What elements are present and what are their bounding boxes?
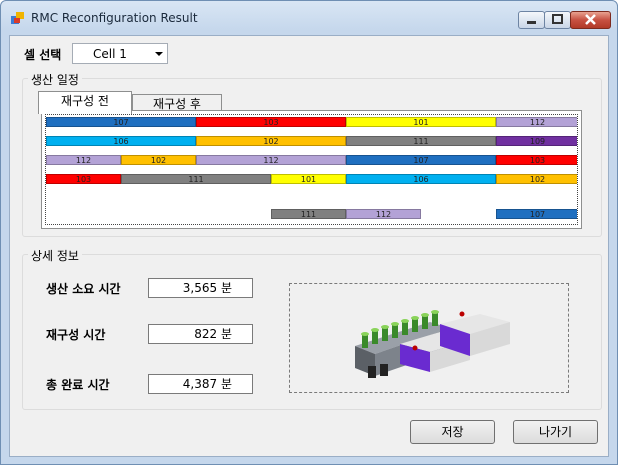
reconfig-time-field: 822 분 [148,324,253,344]
exit-button[interactable]: 나가기 [513,420,598,444]
gantt-task-bar: 106 [46,136,196,146]
gantt-task-bar: 111 [121,174,271,184]
schedule-group-title: 생산 일정 [28,71,82,88]
gantt-task-bar: 112 [346,209,421,219]
tab-before-reconfig[interactable]: 재구성 전 [38,91,132,114]
cell-3d-illustration [355,310,510,378]
cell-select-dropdown[interactable]: Cell 1 [72,43,168,64]
gantt-task-bar: 107 [496,209,577,219]
chevron-down-icon [155,52,163,56]
maximize-icon [552,14,563,24]
gantt-task-bar: 112 [46,155,121,165]
total-time-label: 총 완료 시간 [46,378,110,392]
production-time-label: 생산 소요 시간 [46,282,121,296]
details-group-title: 상세 정보 [28,247,82,264]
close-icon [585,14,596,25]
gantt-task-bar: 107 [346,155,496,165]
gantt-task-bar: 112 [196,155,346,165]
schedule-tab-panel: 107 103 101 112 106 102 111 109 112 102 112 107 103 1… [41,110,582,229]
gantt-task-bar: 103 [496,155,577,165]
gantt-task-bar: 103 [46,174,121,184]
gantt-task-bar: 109 [496,136,577,146]
gantt-task-bar: 102 [121,155,196,165]
maximize-button[interactable] [544,11,571,29]
gantt-task-bar: 101 [346,117,496,127]
gantt-task-bar: 106 [346,174,496,184]
gantt-task-bar: 103 [196,117,346,127]
cell-select-label: 셀 선택 [24,48,62,62]
production-time-field: 3,565 분 [148,278,253,298]
gantt-task-bar: 107 [46,117,196,127]
save-button[interactable]: 저장 [410,420,495,444]
gantt-task-bar: 112 [496,117,577,127]
window-title: RMC Reconfiguration Result [31,11,198,25]
client-area: 셀 선택 Cell 1 생산 일정 재구성 전 재구성 후 107 103 101 1… [9,35,609,457]
cell-layout-image [289,283,569,393]
gantt-chart: 107 103 101 112 106 102 111 109 112 102 112 107 103 1… [45,114,578,225]
app-icon [11,12,24,24]
gantt-task-bar: 102 [196,136,346,146]
gantt-task-bar: 101 [271,174,346,184]
reconfig-time-label: 재구성 시간 [46,328,106,342]
gantt-task-bar: 111 [346,136,496,146]
title-bar: RMC Reconfiguration Result [1,1,617,35]
total-time-field: 4,387 분 [148,374,253,394]
gantt-task-bar: 111 [271,209,346,219]
minimize-button[interactable] [518,11,545,29]
cell-select-value: Cell 1 [93,47,127,61]
gantt-task-bar: 102 [496,174,577,184]
close-button[interactable] [570,11,611,29]
minimize-icon [527,21,536,24]
app-window: RMC Reconfiguration Result 셀 선택 Cell 1 생… [0,0,618,465]
